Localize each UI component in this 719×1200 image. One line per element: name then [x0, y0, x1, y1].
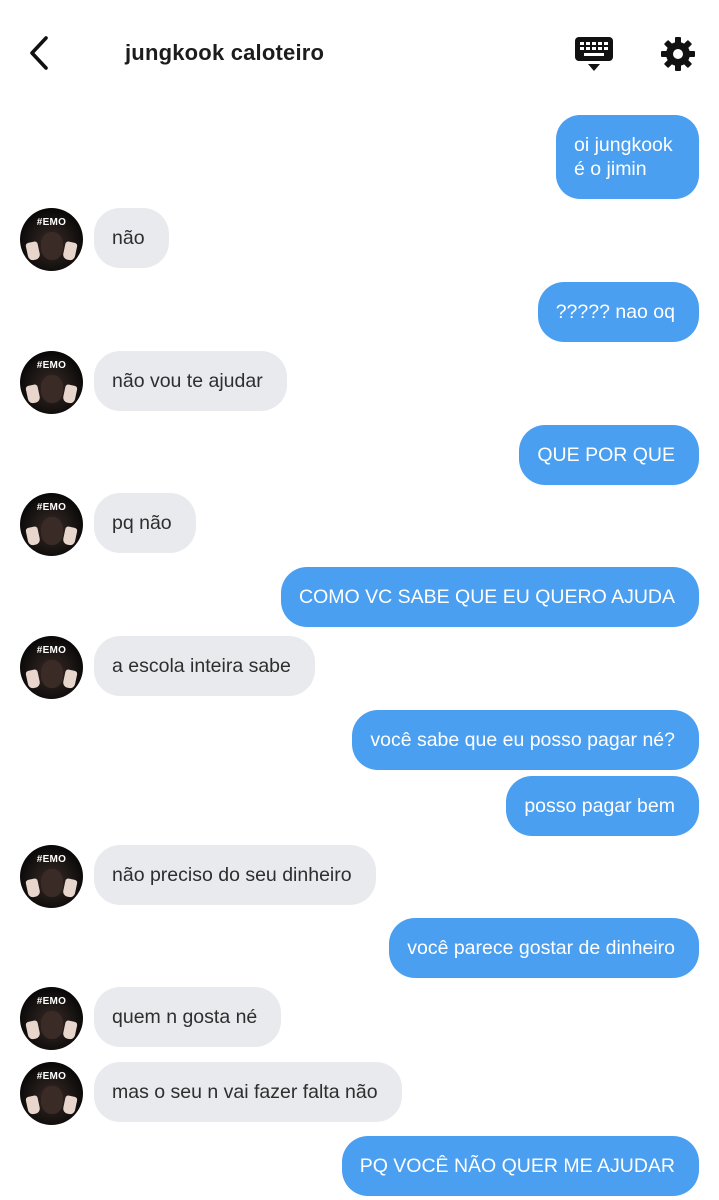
incoming-message-bubble[interactable]: não	[94, 208, 169, 268]
message-row: posso pagar bem	[0, 776, 719, 836]
message-row: #EMO não preciso do seu dinheiro	[0, 845, 719, 908]
avatar-label: #EMO	[36, 1071, 67, 1082]
avatar[interactable]: #EMO	[20, 987, 83, 1050]
chevron-left-icon	[30, 36, 48, 70]
avatar[interactable]: #EMO	[20, 1062, 83, 1125]
incoming-message-bubble[interactable]: não vou te ajudar	[94, 351, 287, 411]
avatar[interactable]: #EMO	[20, 351, 83, 414]
message-row: ????? nao oq	[0, 282, 719, 342]
chat-title: jungkook caloteiro	[125, 40, 325, 65]
outgoing-message-bubble[interactable]: PQ VOCÊ NÃO QUER ME AJUDAR	[341, 1136, 699, 1196]
message-row: COMO VC SABE QUE EU QUERO AJUDA	[0, 567, 719, 627]
message-row: #EMO não	[0, 208, 719, 271]
gear-icon	[661, 37, 695, 71]
outgoing-message-bubble[interactable]: ????? nao oq	[537, 282, 699, 342]
incoming-message-bubble[interactable]: a escola inteira sabe	[94, 636, 315, 696]
outgoing-message-bubble[interactable]: posso pagar bem	[506, 776, 699, 836]
message-row: #EMO não vou te ajudar	[0, 351, 719, 414]
outgoing-message-bubble[interactable]: você parece gostar de dinheiro	[389, 918, 699, 978]
message-row: #EMO mas o seu n vai fazer falta não	[0, 1062, 719, 1125]
incoming-message-bubble[interactable]: mas o seu n vai fazer falta não	[94, 1062, 402, 1122]
message-row: você sabe que eu posso pagar né?	[0, 710, 719, 770]
avatar-label: #EMO	[36, 854, 67, 865]
incoming-message-bubble[interactable]: pq não	[94, 493, 196, 553]
message-row: #EMO pq não	[0, 493, 719, 556]
keyboard-button[interactable]	[572, 34, 616, 74]
outgoing-message-bubble[interactable]: oi jungkook é o jimin	[556, 115, 699, 199]
outgoing-message-bubble[interactable]: você sabe que eu posso pagar né?	[352, 710, 699, 770]
avatar[interactable]: #EMO	[20, 845, 83, 908]
outgoing-message-bubble[interactable]: QUE POR QUE	[519, 425, 699, 485]
avatar-label: #EMO	[36, 217, 67, 228]
chat-header: jungkook caloteiro	[0, 0, 719, 108]
avatar-label: #EMO	[36, 645, 67, 656]
message-row: #EMO a escola inteira sabe	[0, 636, 719, 699]
outgoing-message-bubble[interactable]: COMO VC SABE QUE EU QUERO AJUDA	[281, 567, 699, 627]
avatar[interactable]: #EMO	[20, 208, 83, 271]
message-row: você parece gostar de dinheiro	[0, 918, 719, 978]
avatar[interactable]: #EMO	[20, 636, 83, 699]
incoming-message-bubble[interactable]: não preciso do seu dinheiro	[94, 845, 376, 905]
avatar-label: #EMO	[36, 996, 67, 1007]
message-row: oi jungkook é o jimin	[0, 115, 719, 199]
message-row: PQ VOCÊ NÃO QUER ME AJUDAR	[0, 1136, 719, 1196]
settings-button[interactable]	[658, 34, 698, 74]
avatar-label: #EMO	[36, 502, 67, 513]
message-row: QUE POR QUE	[0, 425, 719, 485]
back-button[interactable]	[22, 30, 58, 76]
keyboard-icon	[575, 37, 613, 71]
message-row: #EMO quem n gosta né	[0, 987, 719, 1050]
avatar[interactable]: #EMO	[20, 493, 83, 556]
avatar-label: #EMO	[36, 360, 67, 371]
incoming-message-bubble[interactable]: quem n gosta né	[94, 987, 282, 1047]
